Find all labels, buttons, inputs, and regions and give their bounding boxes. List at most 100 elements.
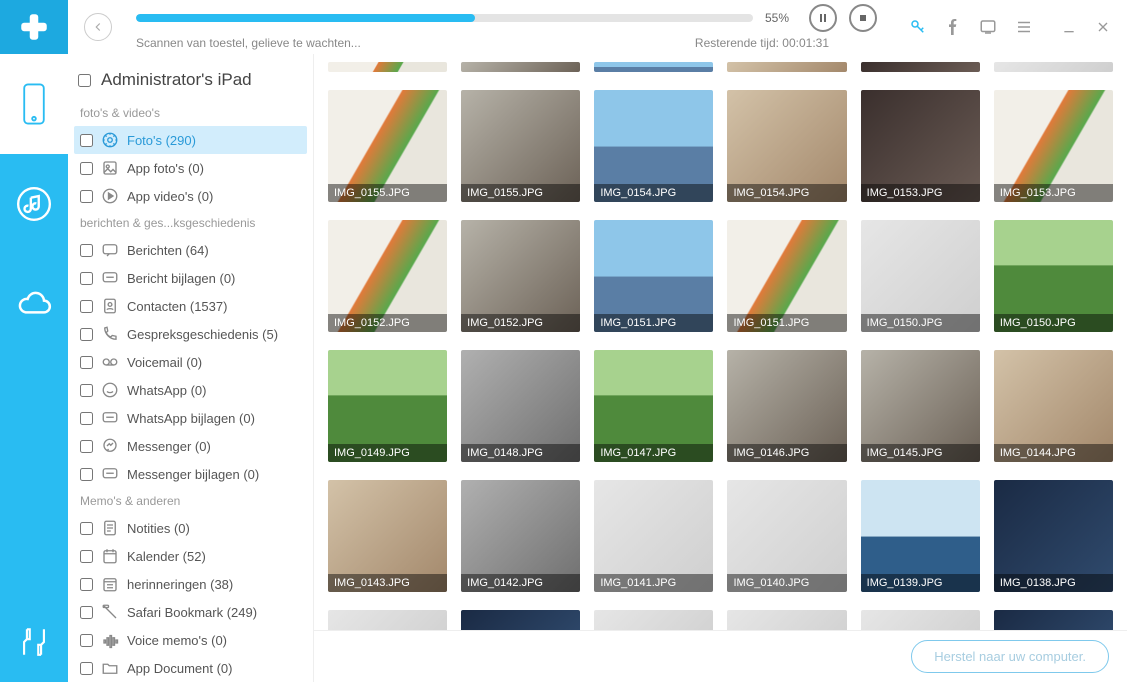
photo-tile[interactable]: IMG_0152.JPG: [461, 220, 580, 332]
photo-tile-partial[interactable]: [461, 610, 580, 630]
rail-music[interactable]: [0, 154, 68, 254]
key-icon[interactable]: [909, 18, 927, 36]
photo-tile[interactable]: IMG_0151.JPG: [727, 220, 846, 332]
feedback-icon[interactable]: [979, 18, 997, 36]
sidebar-item-photos[interactable]: Foto's (290): [74, 126, 307, 154]
photo-tile[interactable]: IMG_0153.JPG: [861, 90, 980, 202]
photo-tile[interactable]: IMG_0153.JPG: [994, 90, 1113, 202]
item-checkbox[interactable]: [80, 550, 93, 563]
photo-tile[interactable]: IMG_0148.JPG: [461, 350, 580, 462]
item-checkbox[interactable]: [80, 578, 93, 591]
item-checkbox[interactable]: [80, 634, 93, 647]
item-checkbox[interactable]: [80, 522, 93, 535]
photo-tile[interactable]: IMG_0145.JPG: [861, 350, 980, 462]
item-checkbox[interactable]: [80, 412, 93, 425]
photo-tile[interactable]: IMG_0138.JPG: [994, 480, 1113, 592]
photo-tile[interactable]: IMG_0141.JPG: [594, 480, 713, 592]
minimize-button[interactable]: [1061, 19, 1077, 35]
sidebar-item-label: App foto's (0): [127, 161, 204, 176]
photo-tile[interactable]: IMG_0152.JPG: [328, 220, 447, 332]
sidebar-item-messenger-attach[interactable]: Messenger bijlagen (0): [74, 460, 307, 488]
reminders-icon: [101, 575, 119, 593]
photo-tile-partial[interactable]: [861, 62, 980, 72]
photo-tile-partial[interactable]: [328, 62, 447, 72]
photo-tile-partial[interactable]: [727, 62, 846, 72]
item-checkbox[interactable]: [80, 468, 93, 481]
photo-tile[interactable]: IMG_0142.JPG: [461, 480, 580, 592]
rail-device[interactable]: [0, 54, 68, 154]
photo-tile[interactable]: IMG_0151.JPG: [594, 220, 713, 332]
photo-tile[interactable]: IMG_0155.JPG: [328, 90, 447, 202]
photo-tile[interactable]: IMG_0147.JPG: [594, 350, 713, 462]
photo-tile[interactable]: IMG_0154.JPG: [594, 90, 713, 202]
photo-tile-partial[interactable]: [727, 610, 846, 630]
item-checkbox[interactable]: [80, 162, 93, 175]
sidebar-item-whatsapp[interactable]: WhatsApp (0): [74, 376, 307, 404]
photo-tile[interactable]: IMG_0149.JPG: [328, 350, 447, 462]
rail-cloud[interactable]: [0, 254, 68, 354]
item-checkbox[interactable]: [80, 244, 93, 257]
sidebar-item-label: Voicemail (0): [127, 355, 202, 370]
facebook-icon[interactable]: [945, 19, 961, 35]
item-checkbox[interactable]: [80, 384, 93, 397]
photo-tile[interactable]: IMG_0150.JPG: [994, 220, 1113, 332]
sidebar-item-whatsapp-attach[interactable]: WhatsApp bijlagen (0): [74, 404, 307, 432]
photo-tile[interactable]: IMG_0150.JPG: [861, 220, 980, 332]
device-row[interactable]: Administrator's iPad: [74, 64, 307, 100]
restore-button[interactable]: Herstel naar uw computer.: [911, 640, 1109, 673]
photo-tile[interactable]: IMG_0144.JPG: [994, 350, 1113, 462]
photo-tile-partial[interactable]: [328, 610, 447, 630]
sidebar-item-contacts[interactable]: Contacten (1537): [74, 292, 307, 320]
sidebar-item-call-history[interactable]: Gespreksgeschiedenis (5): [74, 320, 307, 348]
photo-tile[interactable]: IMG_0139.JPG: [861, 480, 980, 592]
sidebar-item-app-videos[interactable]: App video's (0): [74, 182, 307, 210]
item-checkbox[interactable]: [80, 134, 93, 147]
photo-tile-partial[interactable]: [461, 62, 580, 72]
photo-tile-partial[interactable]: [994, 62, 1113, 72]
sidebar-item-voice-memos[interactable]: Voice memo's (0): [74, 626, 307, 654]
whatsapp-icon: [101, 381, 119, 399]
photo-tile[interactable]: IMG_0146.JPG: [727, 350, 846, 462]
item-checkbox[interactable]: [80, 272, 93, 285]
photo-filename: IMG_0155.JPG: [328, 184, 447, 202]
rail-tools[interactable]: [0, 602, 68, 682]
sidebar-item-safari-bm[interactable]: Safari Bookmark (249): [74, 598, 307, 626]
sidebar-item-notes[interactable]: Notities (0): [74, 514, 307, 542]
item-checkbox[interactable]: [80, 300, 93, 313]
close-button[interactable]: [1095, 19, 1111, 35]
item-checkbox[interactable]: [80, 356, 93, 369]
photo-tile-partial[interactable]: [594, 62, 713, 72]
item-checkbox[interactable]: [80, 662, 93, 675]
photo-filename: IMG_0146.JPG: [727, 444, 846, 462]
menu-icon[interactable]: [1015, 18, 1033, 36]
sidebar-item-app-photos[interactable]: App foto's (0): [74, 154, 307, 182]
photo-tile-partial[interactable]: [861, 610, 980, 630]
sidebar-item-app-doc[interactable]: App Document (0): [74, 654, 307, 682]
progress-fill: [136, 14, 475, 22]
photo-tile-partial[interactable]: [594, 610, 713, 630]
item-checkbox[interactable]: [80, 606, 93, 619]
photo-tile[interactable]: IMG_0143.JPG: [328, 480, 447, 592]
sidebar-item-msg-attach[interactable]: Bericht bijlagen (0): [74, 264, 307, 292]
item-checkbox[interactable]: [80, 190, 93, 203]
attach-icon: [101, 269, 119, 287]
app-photos-icon: [101, 159, 119, 177]
photo-tile-partial[interactable]: [994, 610, 1113, 630]
photo-tile[interactable]: IMG_0140.JPG: [727, 480, 846, 592]
photo-tile[interactable]: IMG_0154.JPG: [727, 90, 846, 202]
photo-filename: IMG_0148.JPG: [461, 444, 580, 462]
sidebar-item-reminders[interactable]: herinneringen (38): [74, 570, 307, 598]
photo-tile[interactable]: IMG_0155.JPG: [461, 90, 580, 202]
sidebar-item-calendar[interactable]: Kalender (52): [74, 542, 307, 570]
stop-button[interactable]: [849, 4, 877, 32]
sidebar-item-messages[interactable]: Berichten (64): [74, 236, 307, 264]
sidebar-item-messenger[interactable]: Messenger (0): [74, 432, 307, 460]
sidebar-item-voicemail[interactable]: Voicemail (0): [74, 348, 307, 376]
item-checkbox[interactable]: [80, 440, 93, 453]
item-checkbox[interactable]: [80, 328, 93, 341]
pause-button[interactable]: [809, 4, 837, 32]
back-button[interactable]: [84, 13, 112, 41]
device-checkbox[interactable]: [78, 74, 91, 87]
photo-filename: IMG_0150.JPG: [994, 314, 1113, 332]
sidebar-item-label: Gespreksgeschiedenis (5): [127, 327, 278, 342]
